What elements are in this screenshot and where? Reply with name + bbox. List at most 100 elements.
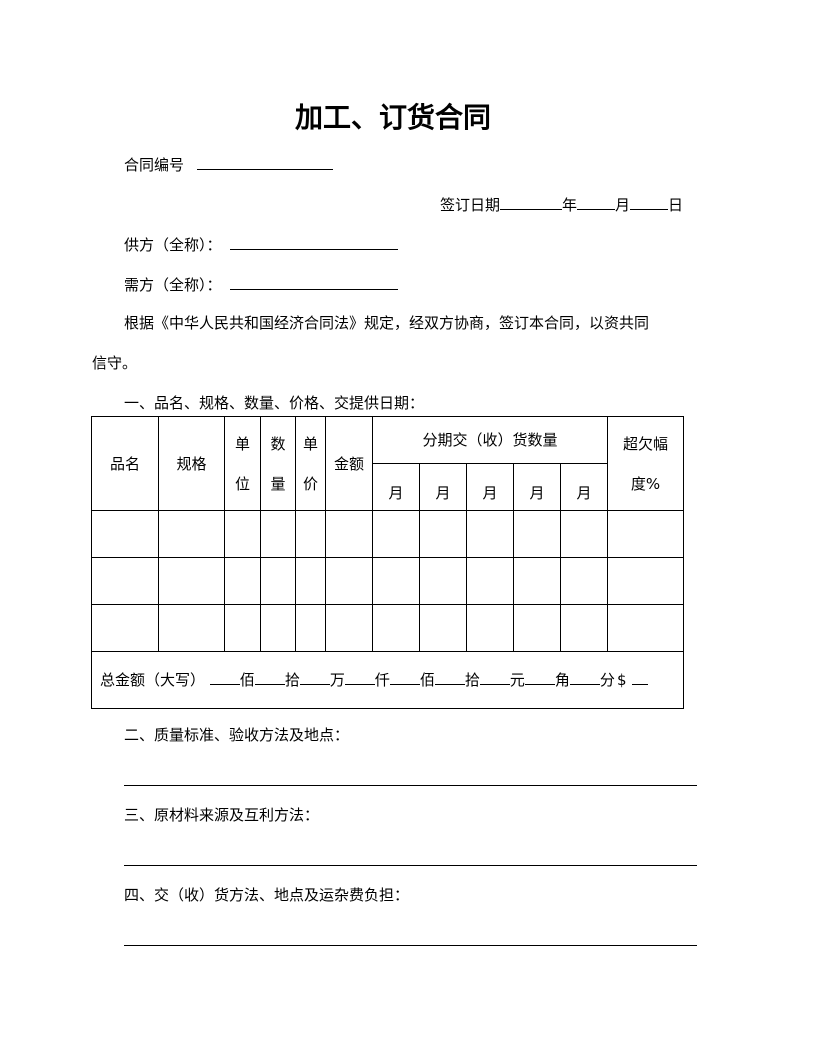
- total-unit-label: 拾: [284, 671, 300, 689]
- section-4-answer-line[interactable]: [124, 945, 697, 946]
- section-3-answer-line[interactable]: [124, 865, 697, 866]
- header-month-1: 月: [372, 463, 420, 511]
- total-digit-blank[interactable]: [389, 670, 420, 685]
- currency-symbol: $: [616, 671, 627, 689]
- table-cell[interactable]: [224, 510, 261, 558]
- table-cell[interactable]: [372, 557, 420, 605]
- total-unit-label: 佰: [419, 671, 435, 689]
- table-cell[interactable]: [260, 604, 296, 652]
- table-cell[interactable]: [158, 510, 225, 558]
- table-cell[interactable]: [560, 557, 608, 605]
- total-amount-label: 总金额（大写）: [100, 671, 206, 689]
- currency-amount-blank[interactable]: [632, 670, 649, 685]
- supplier-label: 供方（全称）：: [124, 236, 222, 254]
- header-unit-line1: 单: [234, 434, 250, 453]
- table-cell[interactable]: [513, 557, 561, 605]
- total-digit-blank[interactable]: [344, 670, 375, 685]
- total-unit-label: 角: [554, 671, 570, 689]
- section-2-heading: 二、质量标准、验收方法及地点：: [124, 726, 350, 744]
- header-price-line1: 单: [302, 434, 318, 453]
- total-digit-blank[interactable]: [569, 670, 600, 685]
- preamble-line-1: 根据《中华人民共和国经济合同法》规定，经双方协商，签订本合同，以资共同: [124, 314, 650, 332]
- header-overshort-line1: 超欠幅: [622, 434, 668, 453]
- table-cell[interactable]: [607, 604, 684, 652]
- table-cell[interactable]: [91, 510, 159, 558]
- total-digit-blank[interactable]: [434, 670, 465, 685]
- section-4-heading: 四、交（收）货方法、地点及运杂费负担：: [124, 886, 410, 904]
- supplier-name-field[interactable]: [230, 233, 399, 250]
- table-cell[interactable]: [513, 510, 561, 558]
- table-cell[interactable]: [295, 557, 326, 605]
- header-installments: 分期交（收）货数量: [372, 416, 608, 464]
- header-qty-line1: 数: [270, 434, 286, 453]
- table-cell[interactable]: [325, 557, 373, 605]
- table-cell[interactable]: [158, 604, 225, 652]
- table-cell[interactable]: [560, 510, 608, 558]
- table-cell[interactable]: [607, 557, 684, 605]
- header-month-4: 月: [513, 463, 561, 511]
- total-digit-blank[interactable]: [254, 670, 285, 685]
- table-cell[interactable]: [224, 557, 261, 605]
- table-row: [91, 557, 684, 605]
- table-cell[interactable]: [466, 510, 514, 558]
- contract-number-field[interactable]: [196, 153, 333, 170]
- table-cell[interactable]: [295, 510, 326, 558]
- month-label: 月: [615, 196, 631, 214]
- table-cell[interactable]: [560, 604, 608, 652]
- total-digit-blank[interactable]: [524, 670, 555, 685]
- year-label: 年: [562, 196, 578, 214]
- total-digit-blank[interactable]: [479, 670, 510, 685]
- sign-date-row: 签订日期 年 月 日: [440, 193, 683, 215]
- sign-month-field[interactable]: [577, 193, 616, 210]
- section-3-heading: 三、原材料来源及互利方法：: [124, 806, 320, 824]
- table-row: [91, 604, 684, 652]
- contract-number-label: 合同编号: [124, 156, 185, 174]
- table-cell[interactable]: [325, 604, 373, 652]
- header-unit: 单位: [224, 416, 261, 511]
- table-cell[interactable]: [466, 604, 514, 652]
- header-month-3: 月: [466, 463, 514, 511]
- table-cell[interactable]: [372, 510, 420, 558]
- total-digit-blank[interactable]: [299, 670, 330, 685]
- table-cell[interactable]: [260, 557, 296, 605]
- total-unit-label: 元: [509, 671, 525, 689]
- header-quantity: 数量: [260, 416, 296, 511]
- table-cell[interactable]: [419, 557, 467, 605]
- table-cell[interactable]: [224, 604, 261, 652]
- header-month-2: 月: [419, 463, 467, 511]
- goods-table: 品名 规格 单位 数量 单价 金额 分期交（收）货数量 超欠幅 度% 月 月 月 …: [91, 416, 684, 709]
- sign-date-label: 签订日期: [440, 196, 501, 214]
- document-title: 加工、订货合同: [294, 101, 491, 134]
- total-unit-label: 分: [599, 671, 615, 689]
- buyer-name-field[interactable]: [230, 273, 399, 290]
- table-cell[interactable]: [607, 510, 684, 558]
- section-2-answer-line[interactable]: [124, 785, 697, 786]
- buyer-label: 需方（全称）：: [124, 276, 222, 294]
- table-cell[interactable]: [513, 604, 561, 652]
- header-unit-price: 单价: [295, 416, 326, 511]
- contract-number-row: 合同编号: [124, 153, 333, 175]
- table-cell[interactable]: [372, 604, 420, 652]
- section-1-heading: 一、品名、规格、数量、价格、交提供日期：: [124, 394, 425, 412]
- table-cell[interactable]: [91, 557, 159, 605]
- table-cell[interactable]: [260, 510, 296, 558]
- total-digit-blank[interactable]: [209, 670, 240, 685]
- total-amount-row: 总金额（大写） 佰 拾 万 仟 佰 拾 元 角 分 $: [91, 651, 684, 709]
- header-over-short: 超欠幅度%: [607, 416, 684, 511]
- header-spec: 规格: [158, 416, 225, 511]
- sign-day-field[interactable]: [630, 193, 669, 210]
- table-cell[interactable]: [419, 510, 467, 558]
- header-overshort-line2: 度%: [630, 474, 661, 493]
- header-product-name: 品名: [91, 416, 159, 511]
- table-cell[interactable]: [91, 604, 159, 652]
- table-cell[interactable]: [466, 557, 514, 605]
- table-cell[interactable]: [158, 557, 225, 605]
- table-cell[interactable]: [419, 604, 467, 652]
- table-cell[interactable]: [295, 604, 326, 652]
- table-cell[interactable]: [325, 510, 373, 558]
- total-unit-label: 万: [329, 671, 345, 689]
- header-unit-line2: 位: [234, 474, 250, 493]
- header-price-line2: 价: [302, 474, 318, 493]
- sign-year-field[interactable]: [500, 193, 563, 210]
- preamble-line-2: 信守。: [92, 354, 138, 372]
